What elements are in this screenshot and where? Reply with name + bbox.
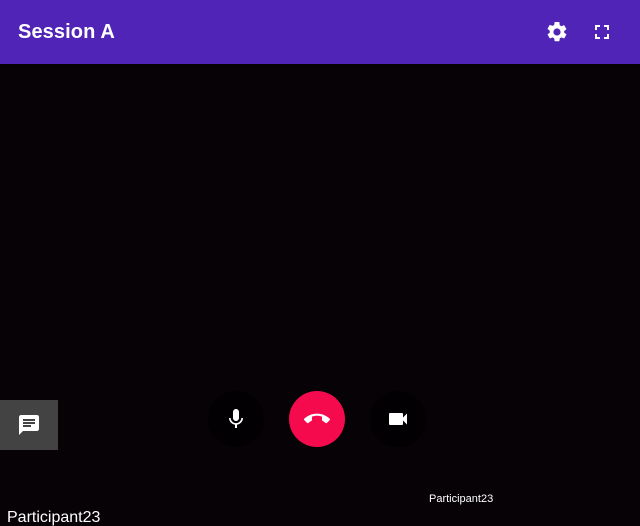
- video-session-app: Session A Participant23 Participant23: [0, 0, 640, 526]
- fullscreen-button[interactable]: [582, 12, 622, 52]
- gear-icon: [547, 21, 567, 42]
- leave-session-button[interactable]: [289, 391, 345, 447]
- top-toolbar: Session A: [0, 0, 640, 64]
- call-controls: [0, 390, 640, 448]
- fullscreen-icon: [595, 25, 609, 39]
- microphone-toggle-button[interactable]: [208, 391, 264, 447]
- videocam-icon: [389, 413, 407, 425]
- remote-participant-nickname: Participant23: [429, 493, 494, 505]
- camera-toggle-button[interactable]: [370, 391, 426, 447]
- local-participant-nickname: Participant23: [7, 509, 101, 526]
- call-end-icon: [304, 413, 330, 424]
- microphone-icon: [229, 409, 243, 428]
- session-title: Session A: [18, 21, 115, 43]
- settings-button[interactable]: [537, 12, 577, 52]
